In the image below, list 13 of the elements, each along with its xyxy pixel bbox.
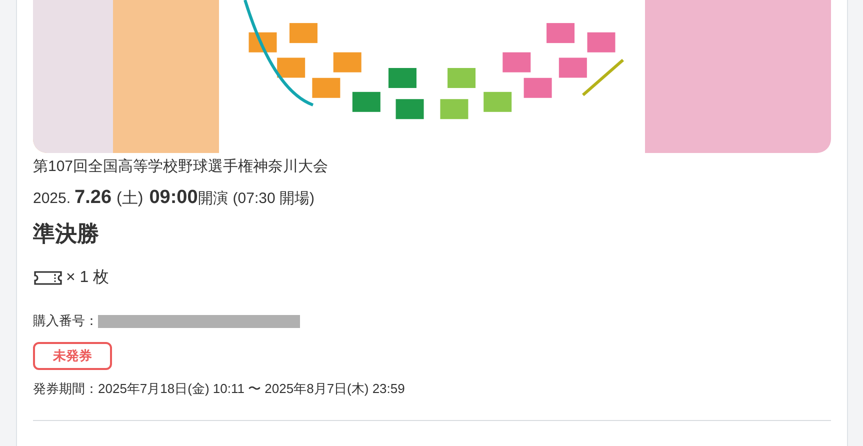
- event-date: 7.26: [74, 187, 112, 209]
- event-title: 第107回全国高等学校野球選手権神奈川大会: [33, 157, 330, 177]
- ticket-icon: [33, 270, 63, 286]
- event-weekday: (土): [116, 188, 144, 209]
- event-year: 2025.: [33, 189, 71, 209]
- start-label: 開演: [198, 189, 228, 209]
- issue-period: 発券期間：2025年7月18日(金) 10:11 〜 2025年8月7日(木) 23:59: [33, 380, 406, 398]
- open-time: (07:30 開場): [232, 189, 314, 209]
- status-badge: 未発券: [33, 342, 112, 370]
- ticket-count: × 1 枚: [66, 268, 110, 288]
- purchase-number-label: 購入番号：: [33, 312, 98, 330]
- start-time: 09:00: [149, 187, 198, 209]
- stage-title: 準決勝: [33, 220, 100, 248]
